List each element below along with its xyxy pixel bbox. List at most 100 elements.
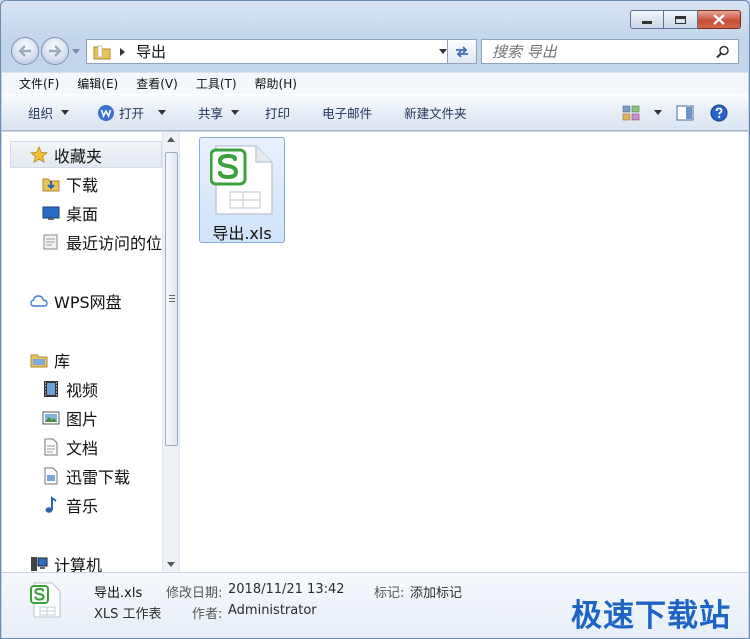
music-note-icon <box>42 496 60 514</box>
nav-label: 下载 <box>66 176 99 195</box>
nav-item-thunder[interactable]: 迅雷下载 <box>42 463 130 489</box>
computer-icon <box>30 555 48 572</box>
nav-label: WPS网盘 <box>54 293 122 312</box>
breadcrumb-chevron-icon[interactable] <box>119 47 127 57</box>
share-button[interactable]: 共享 <box>178 99 251 127</box>
download-folder-icon <box>42 175 60 193</box>
file-list[interactable]: 导出.xls <box>181 132 748 572</box>
file-name[interactable]: 导出.xls <box>200 220 284 244</box>
xls-file-icon <box>210 145 273 215</box>
nav-item-libraries[interactable]: 库 <box>30 347 70 373</box>
video-icon <box>42 380 60 398</box>
recent-pages-dropdown[interactable] <box>72 49 80 54</box>
print-button[interactable]: 打印 <box>251 99 302 127</box>
chevron-down-icon <box>61 110 70 115</box>
forward-button[interactable] <box>41 37 69 65</box>
search-input[interactable] <box>482 42 702 61</box>
file-item[interactable]: 导出.xls <box>199 137 285 243</box>
grip-icon-mid <box>169 298 175 299</box>
nav-label: 计算机 <box>54 556 103 572</box>
scroll-up-arrow[interactable] <box>167 137 175 142</box>
scroll-thumb[interactable] <box>165 152 178 446</box>
nav-item-music[interactable]: 音乐 <box>42 492 98 518</box>
nav-label: 迅雷下载 <box>66 468 131 487</box>
detail-author-value[interactable]: Administrator <box>228 603 317 618</box>
search-icon[interactable] <box>716 45 730 59</box>
nav-label: 收藏夹 <box>54 147 103 166</box>
email-button[interactable]: 电子邮件 <box>302 99 384 127</box>
address-path[interactable]: 导出 <box>136 41 166 62</box>
cloud-icon <box>30 292 48 310</box>
nav-item-pictures[interactable]: 图片 <box>42 405 98 431</box>
nav-item-wps-cloud[interactable]: WPS网盘 <box>30 288 122 314</box>
chevron-down-icon <box>231 110 240 115</box>
navigation-pane: 收藏夹 下载 桌面 最近访问的位 WPS网盘 库 视频 图片 文档 迅雷下载 音… <box>2 132 180 572</box>
address-bar[interactable]: 导出 <box>86 39 454 64</box>
nav-item-videos[interactable]: 视频 <box>42 376 98 402</box>
menu-edit[interactable]: 编辑(E) <box>68 75 127 92</box>
nav-label: 最近访问的位 <box>66 234 163 253</box>
nav-label: 桌面 <box>66 205 99 224</box>
help-icon <box>710 104 728 121</box>
back-button[interactable] <box>11 37 39 65</box>
detail-author-label: 作者: <box>192 607 223 622</box>
close-icon <box>713 14 725 25</box>
library-icon <box>30 351 48 369</box>
star-icon <box>30 146 48 164</box>
address-dropdown-arrow[interactable] <box>439 49 447 54</box>
chevron-down-icon <box>158 110 167 115</box>
chevron-down-icon <box>654 110 662 115</box>
forward-arrow-icon <box>49 45 62 57</box>
organize-label: 组织 <box>28 106 54 121</box>
detail-tags-value[interactable]: 添加标记 <box>410 582 462 601</box>
nav-item-recent[interactable]: 最近访问的位 <box>42 229 162 255</box>
new-folder-button[interactable]: 新建文件夹 <box>384 99 479 127</box>
detail-tags-label: 标记: <box>374 586 405 601</box>
nav-item-downloads[interactable]: 下载 <box>42 171 98 197</box>
maximize-button[interactable] <box>664 10 698 29</box>
help-button[interactable] <box>704 99 748 127</box>
navigation-row: 导出 <box>11 36 741 66</box>
recent-places-icon <box>42 233 60 251</box>
nav-label: 文档 <box>66 439 99 458</box>
view-grid-icon <box>622 105 640 120</box>
command-bar: 组织 打开 共享 打印 电子邮件 新建文件夹 <box>2 94 748 131</box>
nav-item-favorites[interactable]: 收藏夹 <box>30 142 102 168</box>
preview-pane-icon <box>676 105 694 120</box>
menu-bar: 文件(F) 编辑(E) 查看(V) 工具(T) 帮助(H) <box>2 72 748 94</box>
minimize-button[interactable] <box>630 10 664 29</box>
nav-label: 音乐 <box>66 497 99 516</box>
new-folder-label: 新建文件夹 <box>404 106 467 121</box>
menu-tools[interactable]: 工具(T) <box>187 75 246 92</box>
open-button[interactable]: 打开 <box>81 99 178 127</box>
desktop-icon <box>42 204 60 222</box>
search-box[interactable] <box>481 39 739 64</box>
preview-pane-button[interactable] <box>666 99 704 127</box>
thunder-download-icon <box>42 467 60 485</box>
nav-scrollbar[interactable] <box>162 132 179 572</box>
document-icon <box>42 438 60 456</box>
back-arrow-icon <box>18 45 31 57</box>
nav-label: 图片 <box>66 410 99 429</box>
scroll-down-arrow[interactable] <box>167 562 175 567</box>
print-label: 打印 <box>265 106 291 121</box>
menu-help[interactable]: 帮助(H) <box>246 75 306 92</box>
nav-item-documents[interactable]: 文档 <box>42 434 98 460</box>
menu-view[interactable]: 查看(V) <box>127 75 187 92</box>
minimize-icon <box>642 21 652 24</box>
caption-buttons <box>630 10 741 29</box>
menu-file[interactable]: 文件(F) <box>2 75 68 92</box>
organize-button[interactable]: 组织 <box>2 99 81 127</box>
maximize-icon <box>675 15 686 24</box>
view-options-button[interactable] <box>610 99 666 127</box>
close-button[interactable] <box>698 10 741 29</box>
detail-modified-label: 修改日期: <box>166 586 223 601</box>
folder-icon <box>93 45 111 59</box>
email-label: 电子邮件 <box>322 106 373 121</box>
picture-icon <box>42 409 60 427</box>
xls-file-icon-small <box>30 582 61 618</box>
nav-item-computer[interactable]: 计算机 <box>30 551 102 572</box>
nav-item-desktop[interactable]: 桌面 <box>42 200 98 226</box>
share-label: 共享 <box>198 106 224 121</box>
refresh-button[interactable] <box>447 39 477 64</box>
